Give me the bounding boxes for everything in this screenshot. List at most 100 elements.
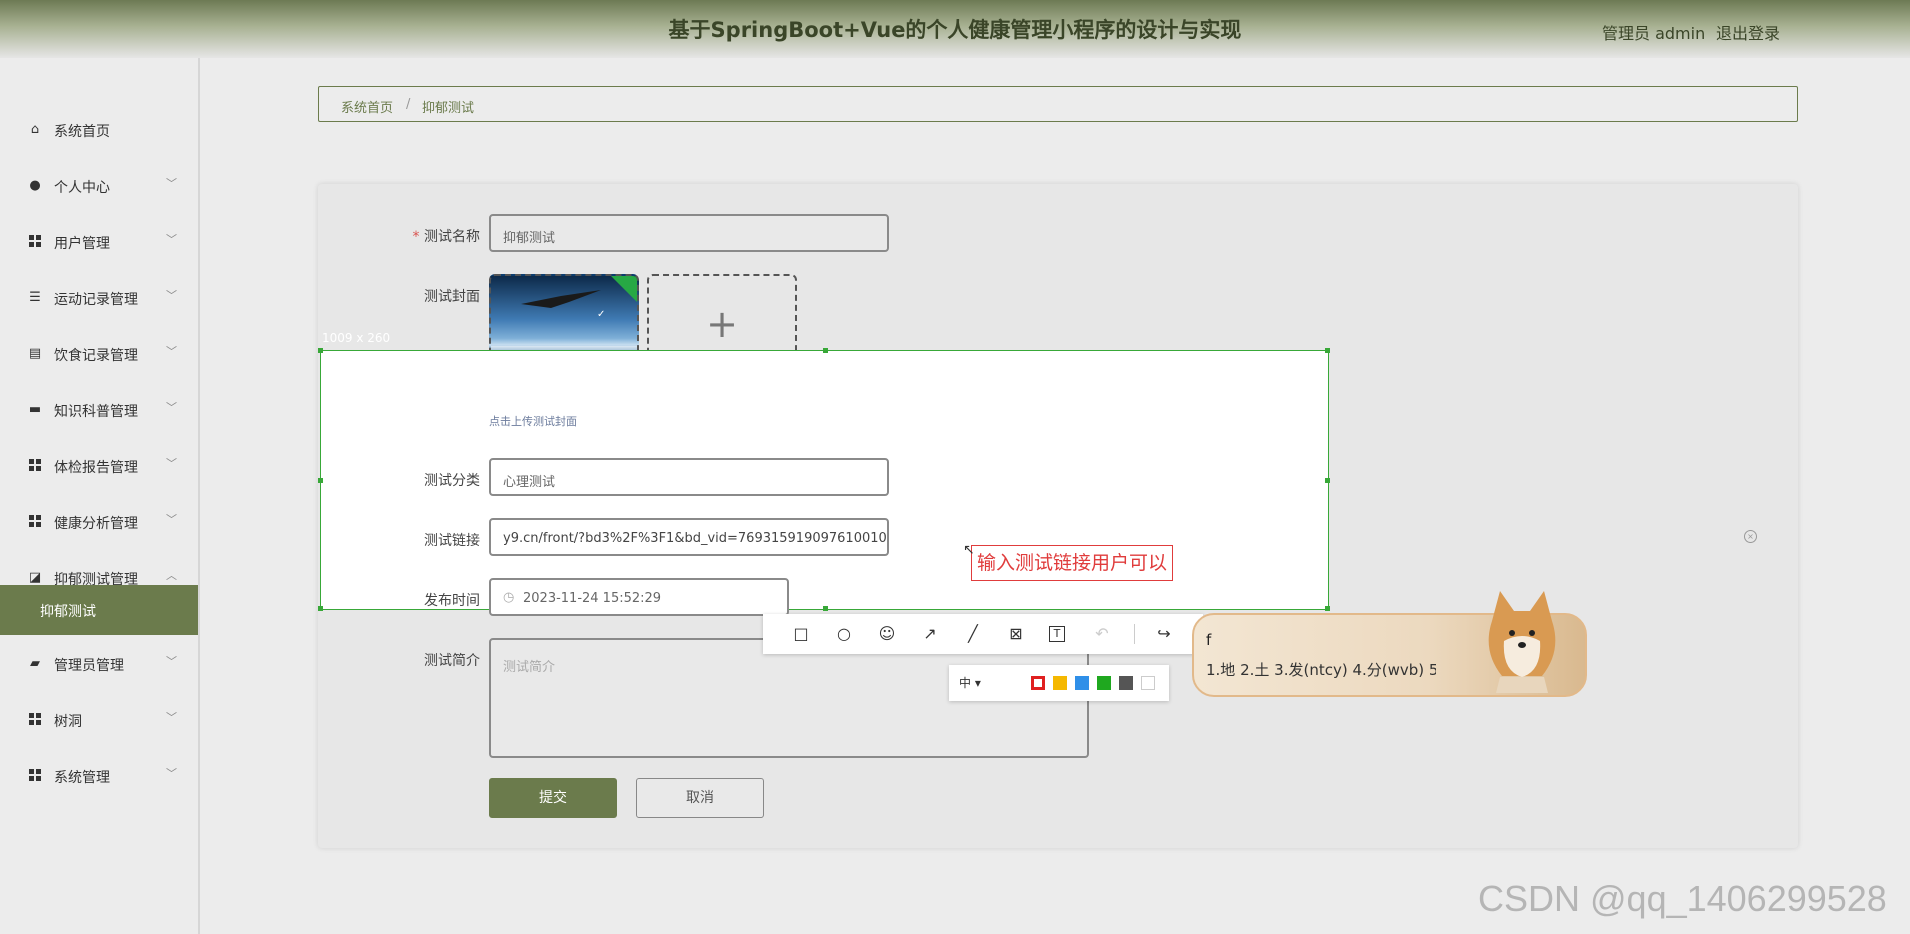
- annotation-text[interactable]: 输入测试链接用户可以: [971, 545, 1174, 581]
- ime-input-text: f: [1206, 631, 1212, 649]
- chevron-down-icon: ﹀: [166, 289, 177, 302]
- sidebar: ⌂ 系统首页 ● 个人中心 ﹀ 用户管理 ﹀ ☰ 运动记录管理 ﹀ ▤ 饮食记录…: [0, 58, 200, 934]
- ellipse-tool-icon[interactable]: ○: [834, 624, 854, 644]
- link-field[interactable]: y9.cn/front/?bd3%2F%3F1&bd_vid=769315919…: [489, 518, 889, 556]
- chevron-down-icon: ﹀: [166, 513, 177, 526]
- rectangle-tool-icon[interactable]: □: [791, 624, 811, 644]
- breadcrumb-separator: /: [406, 97, 411, 112]
- grid-icon: [28, 459, 42, 473]
- resize-handle[interactable]: [823, 348, 828, 353]
- category-label: 测试分类: [424, 473, 480, 489]
- sidebar-item-home[interactable]: ⌂ 系统首页: [0, 110, 198, 150]
- sidebar-item-diet[interactable]: ▤ 饮食记录管理 ﹀: [0, 334, 198, 374]
- mosaic-tool-icon[interactable]: ⊠: [1006, 624, 1026, 644]
- resize-handle[interactable]: [1325, 606, 1330, 611]
- grid-icon: [28, 713, 42, 727]
- line-tool-icon[interactable]: ╱: [963, 624, 983, 644]
- chevron-down-icon: ﹀: [166, 233, 177, 246]
- ime-candidates[interactable]: 1.地 2.土 3.发(ntcy) 4.分(wvb) 5.': [1206, 659, 1436, 680]
- sidebar-item-label: 知识科普管理: [54, 404, 138, 420]
- breadcrumb-current: 抑郁测试: [422, 101, 475, 116]
- arrow-tool-icon[interactable]: ↗: [920, 624, 940, 644]
- breadcrumb-home-link[interactable]: 系统首页: [341, 97, 393, 116]
- sidebar-item-personal[interactable]: ● 个人中心 ﹀: [0, 166, 198, 206]
- sidebar-item-label: 饮食记录管理: [54, 348, 138, 364]
- cover-label: 测试封面: [424, 289, 480, 305]
- logout-link[interactable]: 退出登录: [1716, 20, 1780, 44]
- color-swatch-white[interactable]: [1141, 676, 1155, 690]
- text-tool-icon[interactable]: T: [1049, 626, 1065, 642]
- top-header: 基于SpringBoot+Vue的个人健康管理小程序的设计与实现 管理员 adm…: [0, 0, 1910, 58]
- resize-handle[interactable]: [823, 606, 828, 611]
- sidebar-item-users[interactable]: 用户管理 ﹀: [0, 222, 198, 262]
- resize-handle[interactable]: [318, 478, 323, 483]
- sidebar-item-exercise[interactable]: ☰ 运动记录管理 ﹀: [0, 278, 198, 318]
- color-swatch-yellow[interactable]: [1053, 676, 1067, 690]
- publish-time-field[interactable]: ◷ 2023-11-24 15:52:29: [489, 578, 789, 616]
- plus-icon: +: [706, 302, 738, 346]
- sidebar-item-label: 体检报告管理: [54, 460, 138, 476]
- color-swatch-blue[interactable]: [1075, 676, 1089, 690]
- screenshot-toolbar: □ ○ ☺ ↗ ╱ ⊠ T ↶ ↪: [763, 614, 1203, 654]
- sidebar-item-label: 运动记录管理: [54, 292, 138, 308]
- sidebar-item-label: 树洞: [54, 714, 82, 730]
- chevron-down-icon: ﹀: [166, 655, 177, 668]
- breadcrumb: 系统首页 / 抑郁测试: [318, 86, 1798, 122]
- chevron-down-icon: ﹀: [166, 401, 177, 414]
- publish-time-label: 发布时间: [424, 593, 480, 609]
- user-icon: ●: [29, 178, 41, 193]
- font-size-select[interactable]: 中 ▾: [959, 674, 981, 691]
- color-swatch-green[interactable]: [1097, 676, 1111, 690]
- publish-time-value: 2023-11-24 15:52:29: [523, 591, 662, 606]
- mouse-cursor-icon: ↖: [963, 542, 975, 558]
- undo-icon[interactable]: ↶: [1092, 624, 1112, 644]
- submit-button[interactable]: 提交: [489, 778, 617, 818]
- sidebar-item-knowledge[interactable]: ▬ 知识科普管理 ﹀: [0, 390, 198, 430]
- sidebar-item-label: 系统首页: [54, 124, 110, 140]
- name-label: * 测试名称: [412, 229, 480, 245]
- sidebar-item-treehole[interactable]: 树洞 ﹀: [0, 700, 198, 740]
- sidebar-item-label: 抑郁测试: [40, 604, 96, 620]
- text-style-bar: 中 ▾: [949, 665, 1169, 701]
- emoji-tool-icon[interactable]: ☺: [877, 624, 897, 644]
- name-field[interactable]: 抑郁测试: [489, 214, 889, 252]
- sidebar-item-admins[interactable]: ▰ 管理员管理 ﹀: [0, 644, 198, 684]
- chevron-down-icon: ﹀: [166, 711, 177, 724]
- close-circle-icon[interactable]: ×: [1744, 530, 1757, 543]
- selection-size-label: 1009 x 260: [322, 331, 391, 345]
- color-swatch-red[interactable]: [1031, 676, 1045, 690]
- category-field[interactable]: 心理测试: [489, 458, 889, 496]
- resize-handle[interactable]: [318, 348, 323, 353]
- clock-icon: ◷: [503, 590, 515, 605]
- home-icon: ⌂: [30, 122, 40, 137]
- resize-handle[interactable]: [1325, 348, 1330, 353]
- chevron-down-icon: ﹀: [166, 177, 177, 190]
- intro-label: 测试简介: [424, 653, 480, 669]
- sidebar-item-label: 个人中心: [54, 180, 110, 196]
- sidebar-subitem-depression-test[interactable]: 抑郁测试: [0, 585, 198, 635]
- svg-text:✓: ✓: [597, 309, 605, 320]
- grid-icon: [28, 515, 42, 529]
- toolbar-divider: [1134, 624, 1135, 644]
- briefcase-icon: ▰: [30, 656, 40, 671]
- grid-icon: [28, 235, 42, 249]
- sidebar-item-analysis[interactable]: 健康分析管理 ﹀: [0, 502, 198, 542]
- share-icon[interactable]: ↪: [1154, 624, 1174, 644]
- resize-handle[interactable]: [318, 606, 323, 611]
- sidebar-item-label: 管理员管理: [54, 658, 124, 674]
- ime-candidate-window: f 1.地 2.土 3.发(ntcy) 4.分(wvb) 5.': [1192, 591, 1587, 697]
- clipboard-icon: ▤: [28, 346, 42, 361]
- sidebar-item-checkup[interactable]: 体检报告管理 ﹀: [0, 446, 198, 486]
- resize-handle[interactable]: [1325, 478, 1330, 483]
- sidebar-item-label: 系统管理: [54, 770, 110, 786]
- chevron-down-icon: ﹀: [166, 457, 177, 470]
- sidebar-item-system[interactable]: 系统管理 ﹀: [0, 756, 198, 796]
- admin-label: 管理员 admin: [1602, 24, 1706, 43]
- chevron-down-icon: ﹀: [166, 767, 177, 780]
- list-icon: ☰: [29, 290, 41, 305]
- cover-hint: 点击上传测试封面: [489, 415, 577, 428]
- chevron-up-icon: ︿: [166, 569, 177, 582]
- color-swatch-gray[interactable]: [1119, 676, 1133, 690]
- cancel-button[interactable]: 取消: [636, 778, 764, 818]
- sidebar-item-label: 健康分析管理: [54, 516, 138, 532]
